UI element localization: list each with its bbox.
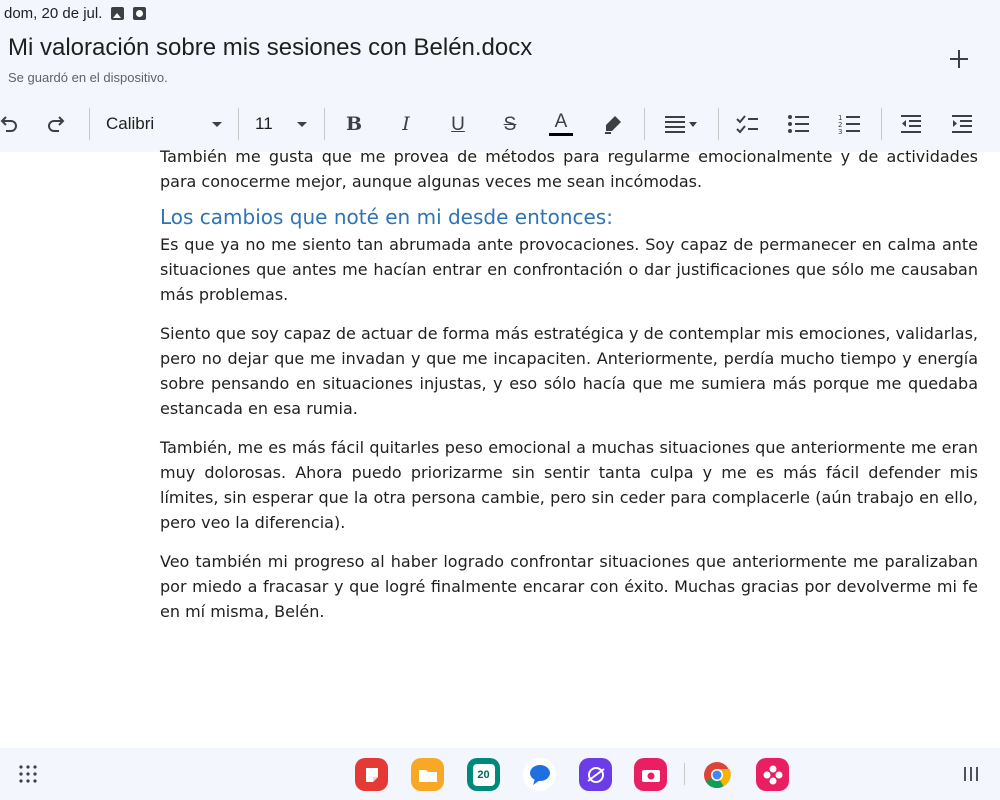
redo-button[interactable] <box>41 108 73 140</box>
document-paragraph[interactable]: También, me es más fácil quitarles peso … <box>160 435 978 535</box>
toolbar-divider <box>881 108 882 140</box>
caret-down-icon <box>212 122 222 127</box>
highlighter-icon <box>605 116 621 134</box>
add-button[interactable] <box>944 44 974 74</box>
bold-button[interactable]: B <box>338 108 370 140</box>
plus-icon <box>950 50 968 68</box>
planet-glyph <box>586 766 605 783</box>
undo-button[interactable] <box>0 108 24 140</box>
document-paragraph[interactable]: También me gusta que me provea de método… <box>160 144 978 194</box>
numbered-list-button[interactable]: 1 2 3 <box>834 108 866 140</box>
chrome-app-icon[interactable] <box>700 758 733 791</box>
toolbar-divider <box>324 108 325 140</box>
document-title[interactable]: Mi valoración sobre mis sesiones con Bel… <box>8 34 532 62</box>
svg-text:3: 3 <box>838 128 842 135</box>
numbered-list-icon: 1 2 3 <box>838 114 860 135</box>
font-family-select[interactable]: Calibri <box>106 108 224 140</box>
font-size-value: 11 <box>255 114 273 133</box>
apps-grid-icon <box>19 765 37 783</box>
italic-icon: I <box>402 112 410 135</box>
toolbar-divider <box>644 108 645 140</box>
italic-button[interactable]: I <box>390 108 422 140</box>
document-paragraph[interactable]: Siento que soy capaz de actuar de forma … <box>160 321 978 421</box>
calendar-day: 20 <box>472 763 495 786</box>
strikethrough-icon: S <box>503 113 517 135</box>
files-app-icon[interactable] <box>411 758 444 791</box>
dock-divider <box>684 763 685 785</box>
notes-glyph <box>365 767 378 782</box>
strikethrough-button[interactable]: S <box>494 108 526 140</box>
status-bar: dom, 20 de jul. <box>4 3 147 23</box>
font-family-value: Calibri <box>106 114 155 133</box>
toolbar-divider <box>238 108 239 140</box>
document-body[interactable]: También me gusta que me provea de método… <box>160 144 978 638</box>
flower-glyph <box>763 765 782 784</box>
decrease-indent-button[interactable] <box>895 108 927 140</box>
recent-apps-button[interactable] <box>962 765 980 783</box>
document-paragraph[interactable]: Veo también mi progreso al haber logrado… <box>160 549 978 624</box>
increase-indent-button[interactable] <box>946 108 978 140</box>
app-drawer-button[interactable] <box>18 764 38 784</box>
text-color-swatch <box>549 133 573 136</box>
redo-icon <box>48 116 65 132</box>
gallery-notification-icon <box>111 6 125 20</box>
bulleted-list-icon <box>788 115 809 133</box>
screen-recorder-app-icon[interactable] <box>634 758 667 791</box>
text-color-letter: A <box>554 111 568 132</box>
calendar-app-icon[interactable]: 20 <box>467 758 500 791</box>
chat-bubble-glyph <box>529 764 550 785</box>
toolbar-divider <box>89 108 90 140</box>
bold-icon: B <box>345 112 363 135</box>
taskbar: 20 <box>0 748 1000 800</box>
checklist-button[interactable] <box>731 108 763 140</box>
text-color-button[interactable]: A <box>545 108 577 140</box>
bulleted-list-button[interactable] <box>783 108 815 140</box>
screen-record-notification-icon <box>133 6 147 20</box>
caret-down-icon <box>297 122 307 127</box>
underline-icon: U <box>451 113 465 135</box>
messages-app-icon[interactable] <box>523 758 556 791</box>
text-color-icon: A <box>549 112 573 136</box>
font-size-select[interactable]: 11 <box>255 108 309 140</box>
folder-glyph <box>418 769 437 782</box>
chrome-icon <box>703 761 731 788</box>
camera-glyph <box>641 769 660 782</box>
gallery-app-icon[interactable] <box>756 758 789 791</box>
checklist-icon <box>736 115 758 134</box>
notes-app-icon[interactable] <box>355 758 388 791</box>
highlight-button[interactable] <box>597 108 629 140</box>
align-button[interactable] <box>662 108 702 140</box>
undo-icon <box>0 116 17 132</box>
toolbar-divider <box>718 108 719 140</box>
decrease-indent-icon <box>901 115 921 133</box>
save-status: Se guardó en el dispositivo. <box>8 70 168 85</box>
document-paragraph[interactable]: Es que ya no me siento tan abrumada ante… <box>160 232 978 307</box>
increase-indent-icon <box>952 115 972 133</box>
internet-app-icon[interactable] <box>579 758 612 791</box>
document-heading[interactable]: Los cambios que noté en mi desde entonce… <box>160 202 978 232</box>
top-app-bar: dom, 20 de jul. Mi valoración sobre mis … <box>0 0 1000 152</box>
status-datetime: dom, 20 de jul. <box>4 4 103 22</box>
recents-icon <box>964 767 978 781</box>
underline-button[interactable]: U <box>442 108 474 140</box>
align-justify-icon <box>665 116 697 133</box>
